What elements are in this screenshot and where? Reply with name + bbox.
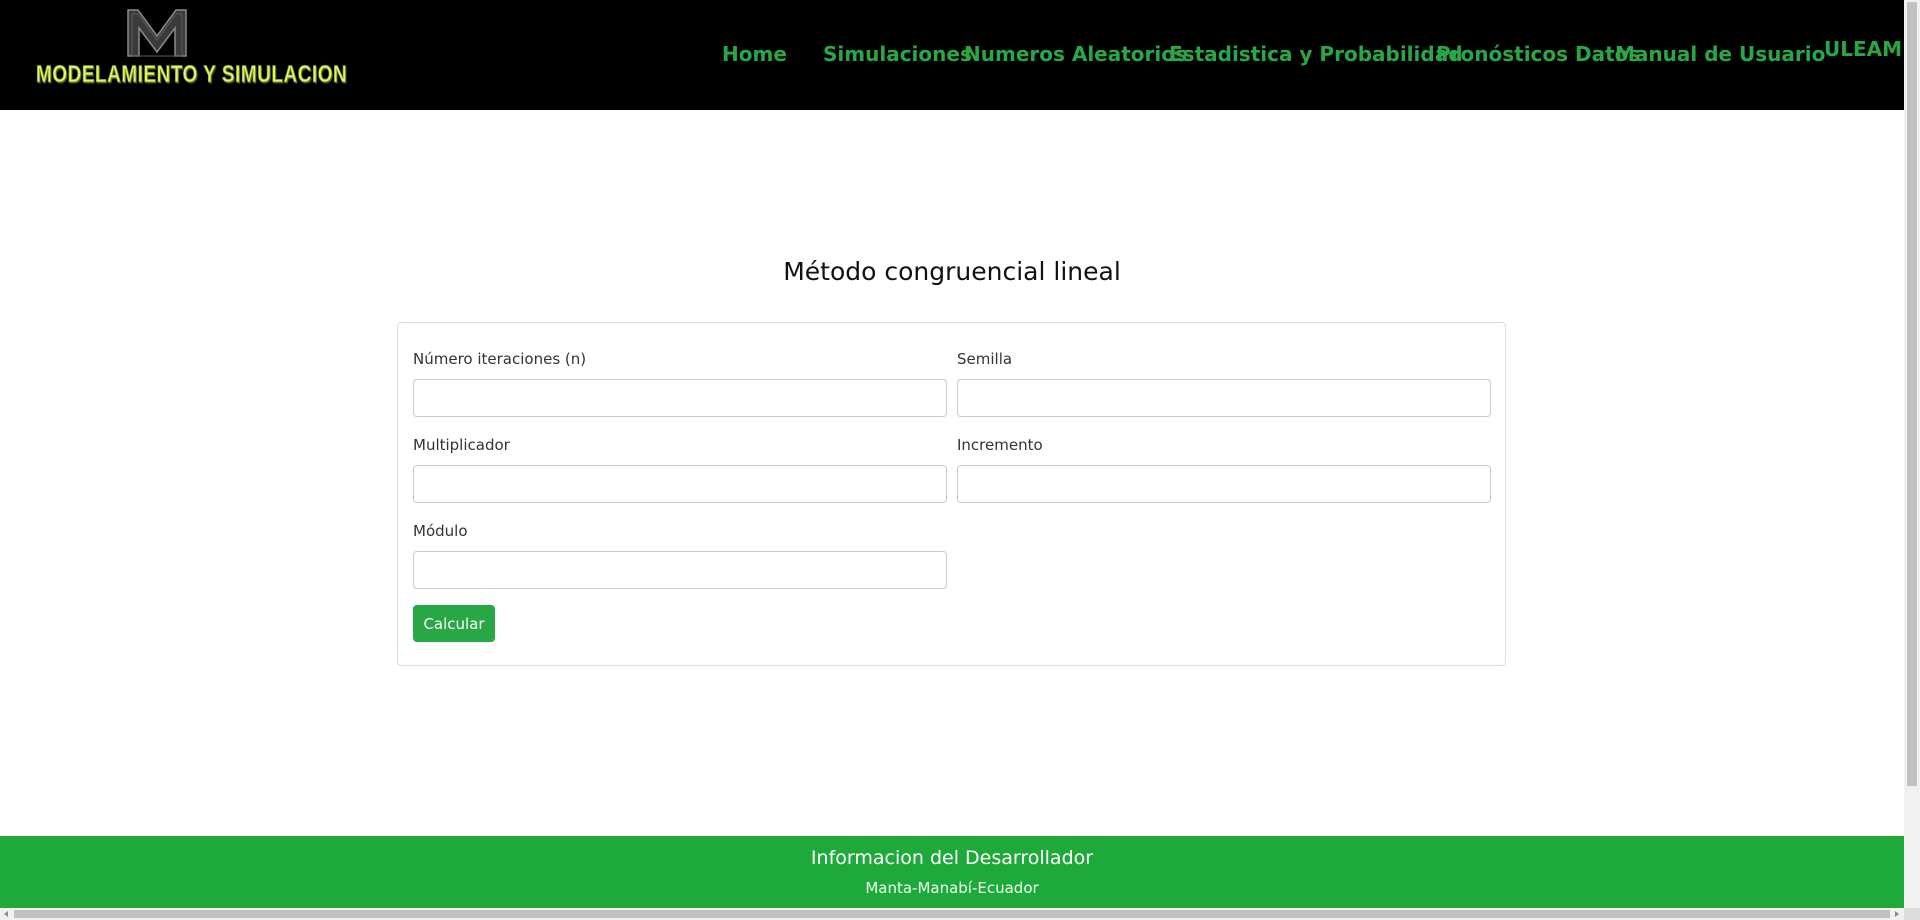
nav-uleam[interactable]: ULEAM [1824, 37, 1902, 61]
lcg-form-card: Número iteraciones (n) Semilla Multiplic… [397, 322, 1506, 666]
nav-simulaciones[interactable]: Simulaciones [823, 42, 972, 66]
logo-text: MODELAMIENTO Y SIMULACION [36, 62, 348, 89]
modulo-input[interactable] [413, 551, 947, 589]
iteraciones-input[interactable] [413, 379, 947, 417]
multiplicador-label: Multiplicador [413, 436, 510, 454]
site-logo[interactable]: MODELAMIENTO Y SIMULACION [36, 6, 348, 90]
top-navbar: MODELAMIENTO Y SIMULACION Home Simulacio… [0, 0, 1904, 110]
nav-numeros-aleatorios[interactable]: Numeros Aleatorios [964, 42, 1187, 66]
scrollbar-corner [1904, 908, 1920, 920]
incremento-label: Incremento [957, 436, 1043, 454]
horizontal-scrollbar[interactable] [0, 908, 1904, 920]
semilla-input[interactable] [957, 379, 1491, 417]
multiplicador-input[interactable] [413, 465, 947, 503]
footer-title: Informacion del Desarrollador [810, 847, 1094, 869]
footer-location: Manta-Manabí-Ecuador [865, 879, 1039, 897]
calcular-button[interactable]: Calcular [413, 605, 495, 642]
nav-estadistica-probabilidad[interactable]: Estadistica y Probabilidad [1169, 42, 1463, 66]
iteraciones-label: Número iteraciones (n) [413, 350, 587, 368]
scroll-left-arrow-icon[interactable] [4, 911, 8, 917]
modulo-label: Módulo [413, 522, 468, 540]
footer: Informacion del Desarrollador Manta-Mana… [0, 836, 1904, 908]
page-title: Método congruencial lineal [783, 257, 1121, 286]
nav-home[interactable]: Home [722, 42, 787, 66]
m-letter-logo-icon [127, 9, 187, 57]
nav-pronosticos-datos[interactable]: Pronósticos Datos [1436, 42, 1640, 66]
nav-manual-usuario[interactable]: Manual de Usuario [1615, 42, 1825, 66]
semilla-label: Semilla [957, 350, 1013, 368]
horizontal-scroll-thumb[interactable] [14, 910, 1890, 918]
vertical-scrollbar[interactable] [1904, 0, 1920, 908]
vertical-scroll-thumb[interactable] [1907, 2, 1917, 786]
scroll-right-arrow-icon[interactable] [1895, 911, 1899, 917]
incremento-input[interactable] [957, 465, 1491, 503]
